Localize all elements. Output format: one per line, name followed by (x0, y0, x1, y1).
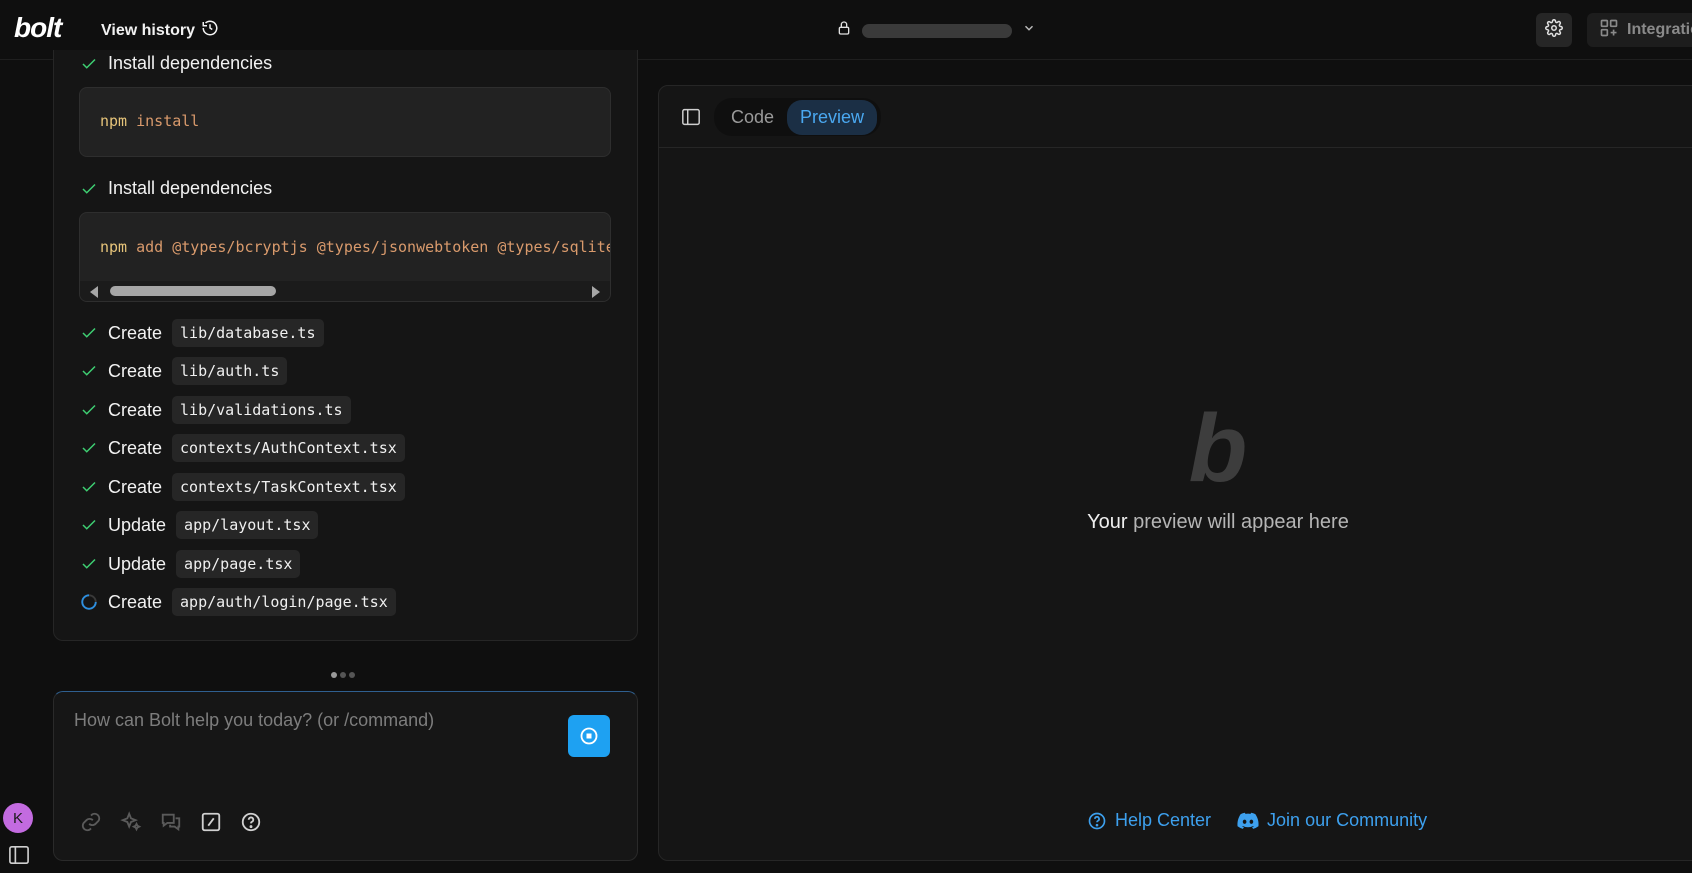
lock-icon (836, 19, 852, 42)
community-label: Join our Community (1267, 810, 1428, 830)
file-chip[interactable]: lib/auth.ts (172, 357, 288, 385)
check-icon (82, 558, 96, 569)
discord-icon (1237, 812, 1259, 829)
bolt-b-logo: b (1188, 395, 1248, 502)
check-icon (82, 365, 96, 376)
code-block-install: npm install (79, 87, 611, 157)
integrations-button[interactable]: Integratio (1587, 13, 1692, 47)
check-icon (82, 442, 96, 453)
stop-button[interactable] (568, 715, 610, 757)
spinner-icon (81, 594, 97, 610)
tab-code[interactable]: Code (718, 100, 787, 135)
check-icon (82, 404, 96, 415)
code-command: npm (100, 238, 128, 256)
file-chip[interactable]: lib/database.ts (172, 319, 324, 347)
stop-icon (580, 727, 598, 745)
step-action: Update (108, 553, 167, 574)
code-args: install (136, 112, 200, 130)
file-chip[interactable]: app/page.tsx (176, 550, 301, 578)
code-command: npm (100, 112, 128, 130)
preview-placeholder: b Your preview will appear here (659, 401, 1692, 534)
check-icon (82, 327, 96, 338)
step-action: Create (108, 476, 163, 497)
step-item: Create contexts/TaskContext.tsx (80, 473, 405, 501)
step-label: Install dependencies (108, 178, 273, 198)
step-item-in-progress: Create app/auth/login/page.tsx (80, 588, 396, 616)
step-action: Create (108, 399, 163, 420)
tab-preview[interactable]: Preview (787, 99, 878, 135)
prompt-box (53, 691, 638, 861)
question-circle-icon (1088, 812, 1106, 829)
attach-link-icon[interactable] (80, 811, 102, 833)
view-history-label: View history (101, 21, 195, 39)
preview-message-prefix: Your (1087, 511, 1128, 533)
step-action: Create (108, 437, 163, 458)
step-install-dependencies: Install dependencies (80, 178, 272, 199)
file-chip[interactable]: lib/validations.ts (172, 396, 351, 424)
sidebar-toggle-icon[interactable] (8, 845, 30, 870)
step-item: Create contexts/AuthContext.tsx (80, 434, 405, 462)
code-block-add-types: npm add @types/bcryptjs @types/jsonwebto… (79, 212, 611, 302)
view-tabs: Code Preview (714, 98, 882, 136)
community-link[interactable]: Join our Community (1237, 810, 1427, 831)
gear-icon (1545, 18, 1563, 42)
workbench-toolbar: Code Preview (659, 86, 1692, 148)
dot (331, 672, 337, 678)
check-icon (82, 58, 96, 69)
horizontal-scrollbar[interactable] (80, 281, 610, 301)
scroll-thumb[interactable] (110, 286, 276, 296)
scroll-left-icon[interactable] (90, 286, 98, 298)
enhance-prompt-icon[interactable] (120, 811, 142, 833)
check-icon (82, 519, 96, 530)
step-install-partial: Install dependencies (80, 53, 272, 74)
prompt-input[interactable] (74, 710, 544, 731)
footer-links: Help Center Join our Community (1087, 810, 1427, 831)
help-icon[interactable] (240, 811, 262, 833)
code-args: add @types/bcryptjs @types/jsonwebtoken … (136, 238, 611, 256)
help-center-label: Help Center (1115, 810, 1212, 830)
file-chip[interactable]: app/layout.tsx (176, 511, 319, 539)
help-center-link[interactable]: Help Center (1087, 810, 1211, 831)
step-item: Update app/page.tsx (80, 550, 301, 578)
preview-message: Your preview will appear here (659, 511, 1692, 534)
file-chip[interactable]: contexts/AuthContext.tsx (172, 434, 405, 462)
preview-message-rest: preview will appear here (1127, 511, 1349, 533)
integrations-label: Integratio (1627, 21, 1692, 38)
step-action: Create (108, 322, 163, 343)
workbench-panel: Code Preview b Your preview will appear … (658, 85, 1692, 861)
panel-toggle-icon[interactable] (681, 108, 701, 131)
prompt-toolbar (80, 811, 262, 833)
bolt-logo[interactable]: bolt (14, 12, 62, 44)
check-icon (82, 481, 96, 492)
check-icon (82, 183, 96, 194)
view-history-button[interactable]: View history (101, 19, 219, 42)
command-icon[interactable] (200, 811, 222, 833)
progress-dots (331, 672, 355, 678)
step-item: Create lib/auth.ts (80, 357, 288, 385)
file-chip[interactable]: app/auth/login/page.tsx (172, 588, 396, 616)
dot (340, 672, 346, 678)
project-name-redacted (862, 23, 1012, 38)
scroll-right-icon[interactable] (592, 286, 600, 298)
discuss-icon[interactable] (160, 811, 182, 833)
integrations-icon (1599, 18, 1619, 43)
step-label: Install dependencies (108, 53, 273, 73)
user-avatar[interactable]: K (3, 803, 33, 833)
project-selector[interactable] (836, 19, 1036, 42)
step-action: Create (108, 360, 163, 381)
dot (349, 672, 355, 678)
step-action: Update (108, 514, 167, 535)
step-item: Create lib/database.ts (80, 319, 324, 347)
step-action: Create (108, 591, 163, 612)
step-item: Create lib/validations.ts (80, 396, 351, 424)
chevron-down-icon (1022, 21, 1036, 40)
history-icon (201, 19, 219, 42)
step-item: Update app/layout.tsx (80, 511, 319, 539)
file-chip[interactable]: contexts/TaskContext.tsx (172, 473, 405, 501)
settings-button[interactable] (1536, 13, 1572, 47)
